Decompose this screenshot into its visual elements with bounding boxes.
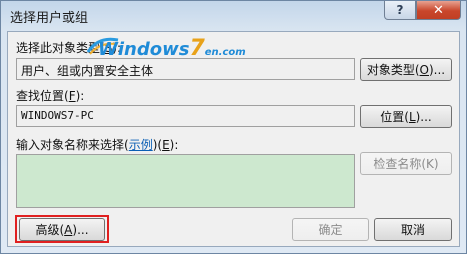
object-type-field: 用户、组或内置安全主体 xyxy=(16,58,355,80)
window-title: 选择用户或组 xyxy=(10,11,89,26)
advanced-button[interactable]: 高级(A)... xyxy=(19,218,105,241)
dialog-body: 选择此对象类型(S): Windows7en.com 用户、组或内置安全主体 对… xyxy=(7,31,460,247)
examples-link[interactable]: 示例 xyxy=(129,138,153,152)
check-names-button[interactable]: 检查名称(K) xyxy=(360,152,452,175)
help-icon: ? xyxy=(396,3,404,17)
object-names-input[interactable] xyxy=(16,154,355,208)
object-types-button[interactable]: 对象类型(O)... xyxy=(360,58,452,81)
cancel-button[interactable]: 取消 xyxy=(374,218,452,241)
location-field: WINDOWS7-PC xyxy=(16,105,355,127)
title-bar[interactable]: 选择用户或组 ? ✕ xyxy=(1,1,466,31)
close-button[interactable]: ✕ xyxy=(416,1,461,20)
close-icon: ✕ xyxy=(433,2,444,18)
location-label: 查找位置(F): xyxy=(16,89,85,103)
help-button[interactable]: ? xyxy=(384,1,416,20)
object-names-label: 输入对象名称来选择(示例)(E): xyxy=(16,138,179,152)
select-users-groups-dialog: 选择用户或组 ? ✕ 选择此对象类型(S): Windows7en.com 用户… xyxy=(0,0,467,254)
ok-button[interactable]: 确定 xyxy=(292,218,369,241)
locations-button[interactable]: 位置(L)... xyxy=(360,105,452,128)
